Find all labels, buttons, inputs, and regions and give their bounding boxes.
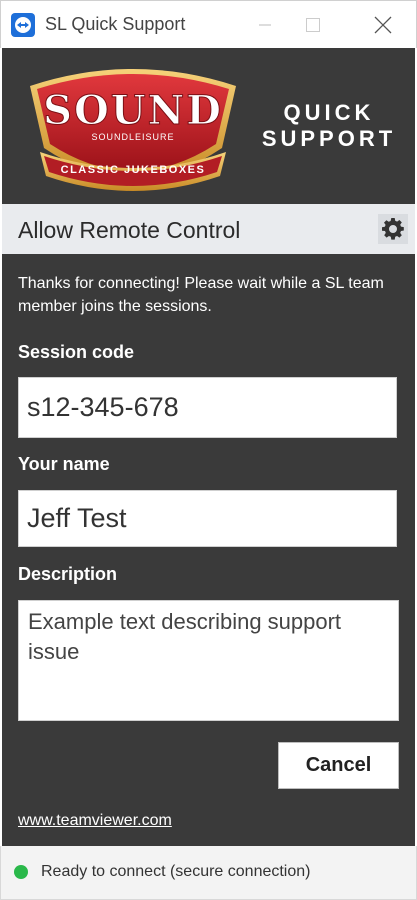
name-input[interactable]: Jeff Test	[18, 490, 397, 547]
session-code-label: Session code	[18, 342, 135, 362]
close-icon	[374, 16, 392, 34]
connection-panel: Thanks for connecting! Please wait while…	[2, 254, 415, 846]
session-code-field[interactable]: s12-345-678	[18, 377, 397, 438]
teamviewer-link[interactable]: www.teamviewer.com	[18, 812, 172, 830]
description-label: Description	[18, 564, 118, 584]
sound-leisure-logo: SOUND SOUNDLEISURE CLASSIC JUKEBOXES	[30, 69, 236, 191]
status-indicator-icon	[14, 865, 28, 879]
logo-sub-text: SOUNDLEISURE	[91, 132, 174, 142]
settings-button[interactable]	[378, 214, 408, 244]
cancel-button[interactable]: Cancel	[278, 742, 399, 789]
window-title: SL Quick Support	[45, 14, 186, 34]
section-header: Allow Remote Control	[2, 204, 415, 254]
description-textarea[interactable]: Example text describing support issue	[18, 600, 399, 721]
teamviewer-icon	[11, 13, 35, 37]
status-bar: Ready to connect (secure connection)	[0, 846, 417, 900]
logo-main-text: SOUND	[43, 87, 223, 134]
brand-banner: SOUND SOUNDLEISURE CLASSIC JUKEBOXES QUI…	[2, 48, 415, 204]
product-title-line2: SUPPORT	[261, 126, 397, 151]
close-button[interactable]	[355, 1, 411, 49]
maximize-icon	[306, 18, 320, 32]
section-title: Allow Remote Control	[18, 217, 241, 243]
product-title: QUICK SUPPORT	[259, 100, 399, 152]
name-label: Your name	[18, 454, 110, 474]
logo-ribbon-text: CLASSIC JUKEBOXES	[61, 164, 206, 176]
gear-icon	[382, 218, 404, 240]
maximize-button[interactable]	[285, 1, 341, 49]
title-bar: SL Quick Support	[0, 0, 417, 48]
minimize-icon	[259, 24, 271, 26]
product-title-line1: QUICK	[283, 100, 375, 125]
status-text: Ready to connect (secure connection)	[41, 863, 311, 880]
intro-text: Thanks for connecting! Please wait while…	[18, 275, 384, 315]
